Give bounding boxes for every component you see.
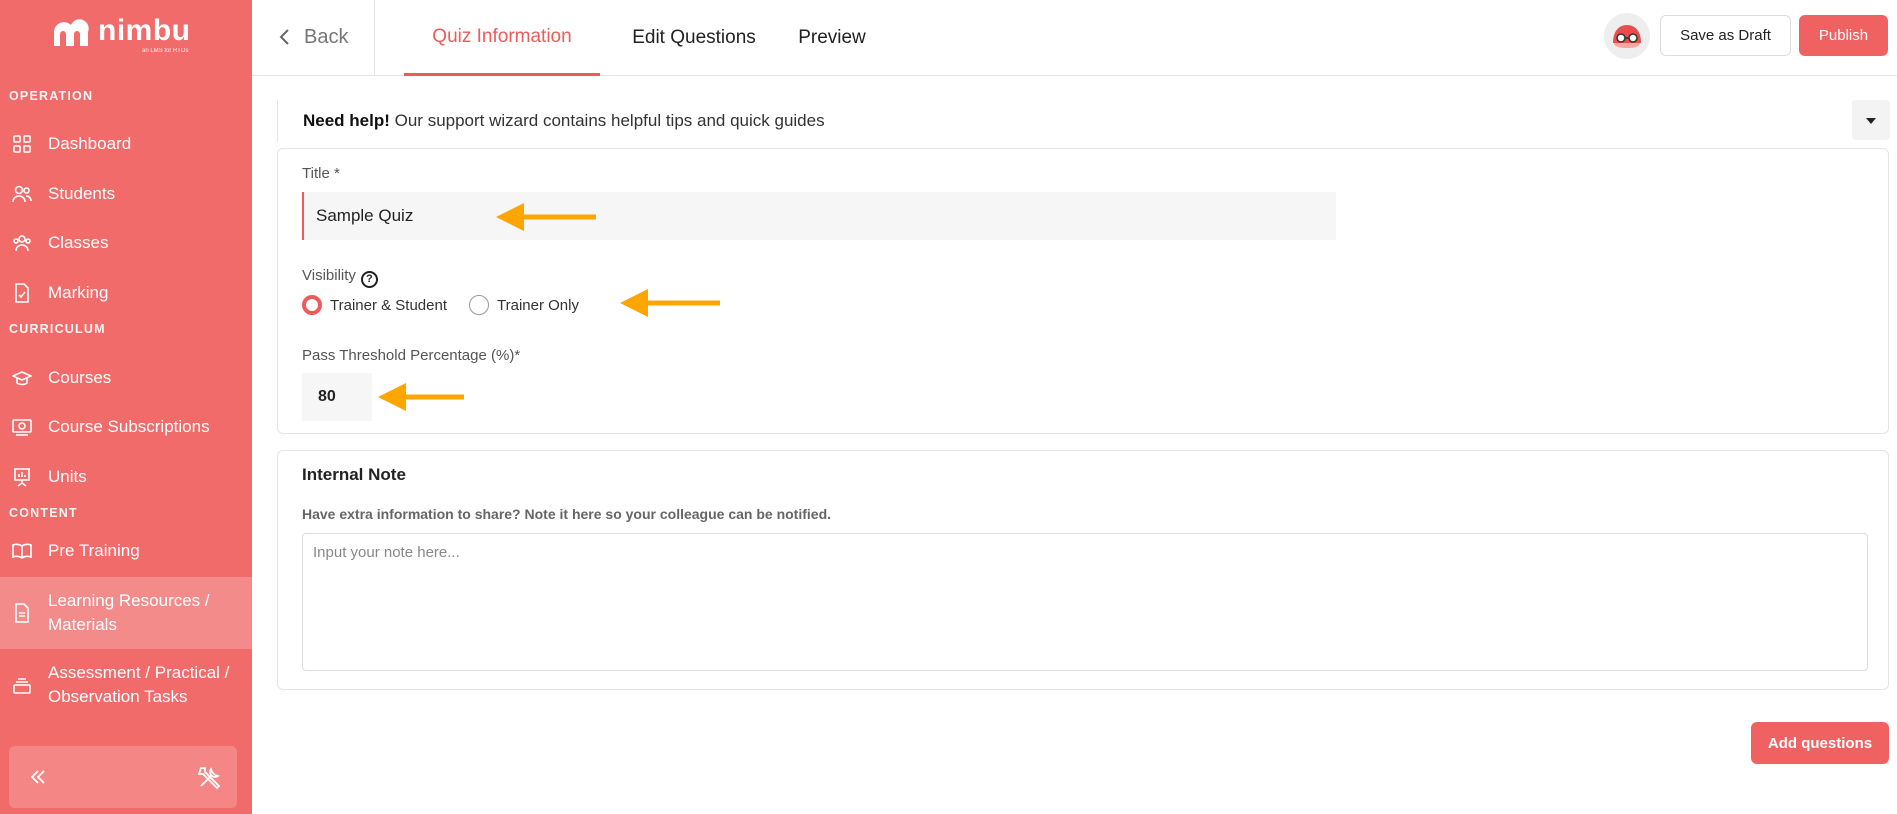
sidebar-item-label: Courses <box>48 368 112 387</box>
help-title: Need help! <box>303 111 390 130</box>
sidebar-item-course-subscriptions[interactable]: Course Subscriptions <box>0 403 252 451</box>
chevron-left-icon <box>279 29 289 45</box>
section-operation: OPERATION <box>9 89 94 103</box>
radio-trainer-only[interactable]: Trainer Only <box>469 295 579 315</box>
pass-threshold-input[interactable] <box>302 373 372 421</box>
section-curriculum: CURRICULUM <box>9 322 106 336</box>
sidebar-item-label-line2: Observation Tasks <box>48 687 188 706</box>
title-label: Title * <box>302 165 340 182</box>
back-button[interactable]: Back <box>278 22 348 52</box>
tools-icon[interactable] <box>197 764 223 790</box>
sidebar-item-label-line1: Learning Resources / <box>48 591 210 610</box>
arrow-annotation-icon <box>378 383 464 411</box>
add-questions-button[interactable]: Add questions <box>1751 722 1889 764</box>
sidebar-footer <box>9 746 237 808</box>
graduation-cap-icon <box>12 371 32 386</box>
radio-label: Trainer Only <box>497 296 579 314</box>
tab-edit-questions[interactable]: Edit Questions <box>612 0 776 76</box>
sidebar-item-students[interactable]: Students <box>0 170 252 218</box>
marking-icon <box>15 283 29 303</box>
save-as-draft-button[interactable]: Save as Draft <box>1660 15 1791 56</box>
sidebar-item-units[interactable]: Units <box>0 453 252 501</box>
help-toggle-button[interactable] <box>1852 100 1890 140</box>
arrow-annotation-icon <box>620 289 720 317</box>
pass-threshold-label: Pass Threshold Percentage (%)* <box>302 347 521 364</box>
cloud-logo-icon <box>54 19 89 46</box>
stack-icon <box>13 678 31 694</box>
help-description: Our support wizard contains helpful tips… <box>389 111 825 130</box>
subscription-icon <box>12 419 32 436</box>
sidebar: nimbu an LMS for RTOs OPERATION Dashboar… <box>0 0 252 814</box>
help-text: Need help! Our support wizard contains h… <box>303 111 825 131</box>
internal-note-textarea[interactable] <box>302 533 1868 671</box>
group-icon <box>13 235 31 252</box>
divider <box>374 0 375 75</box>
radio-trainer-student[interactable]: Trainer & Student <box>302 295 447 315</box>
sidebar-item-label-line1: Assessment / Practical / <box>48 663 230 682</box>
brand-name: nimbu <box>98 14 191 47</box>
sidebar-item-assessment[interactable]: Assessment / Practical / Observation Tas… <box>0 649 252 721</box>
sidebar-item-label: Pre Training <box>48 541 140 560</box>
publish-button[interactable]: Publish <box>1799 15 1888 56</box>
user-avatar-icon <box>1613 25 1641 48</box>
question-icon[interactable]: ? <box>360 271 378 288</box>
quiz-info-card: Title * Visibility? Trainer & Student Tr… <box>277 148 1889 434</box>
brand-logo[interactable]: nimbu an LMS for RTOs <box>50 12 200 58</box>
help-banner: Need help! Our support wizard contains h… <box>277 100 1890 142</box>
radio-unselected-icon <box>469 295 489 315</box>
double-chevron-left-icon[interactable] <box>27 766 49 788</box>
internal-note-title: Internal Note <box>302 465 406 484</box>
visibility-label: Visibility? <box>302 267 378 288</box>
sidebar-item-label: Dashboard <box>48 134 132 153</box>
brand-tagline: an LMS for RTOs <box>142 48 189 54</box>
top-bar: Back Quiz Information Edit Questions Pre… <box>252 0 1897 76</box>
book-icon <box>12 543 32 559</box>
sidebar-item-label: Classes <box>48 233 109 252</box>
sidebar-item-marking[interactable]: Marking <box>0 269 252 317</box>
arrow-annotation-icon <box>496 203 596 231</box>
sidebar-item-label: Students <box>48 184 116 203</box>
sidebar-item-learning-resources[interactable]: Learning Resources / Materials <box>0 577 252 649</box>
tab-preview[interactable]: Preview <box>782 0 882 76</box>
sidebar-item-pre-training[interactable]: Pre Training <box>0 527 252 575</box>
grid-icon <box>13 135 31 153</box>
users-icon <box>12 185 32 203</box>
internal-note-card: Internal Note Have extra information to … <box>277 450 1889 690</box>
sidebar-item-courses[interactable]: Courses <box>0 354 252 402</box>
sidebar-item-classes[interactable]: Classes <box>0 219 252 267</box>
document-icon <box>15 603 29 623</box>
sidebar-item-dashboard[interactable]: Dashboard <box>0 120 252 168</box>
tab-quiz-information[interactable]: Quiz Information <box>404 0 600 76</box>
sidebar-item-label: Marking <box>48 283 109 302</box>
radio-selected-icon <box>302 295 322 315</box>
avatar[interactable] <box>1604 13 1650 59</box>
internal-note-subtitle: Have extra information to share? Note it… <box>302 506 832 522</box>
sidebar-item-label: Course Subscriptions <box>48 417 210 436</box>
section-content: CONTENT <box>9 506 78 520</box>
back-label: Back <box>304 25 349 48</box>
radio-label: Trainer & Student <box>330 296 448 314</box>
sidebar-item-label: Units <box>48 467 87 486</box>
sidebar-item-label-line2: Materials <box>48 615 117 634</box>
presentation-icon <box>14 468 30 487</box>
title-input[interactable] <box>302 192 1336 240</box>
